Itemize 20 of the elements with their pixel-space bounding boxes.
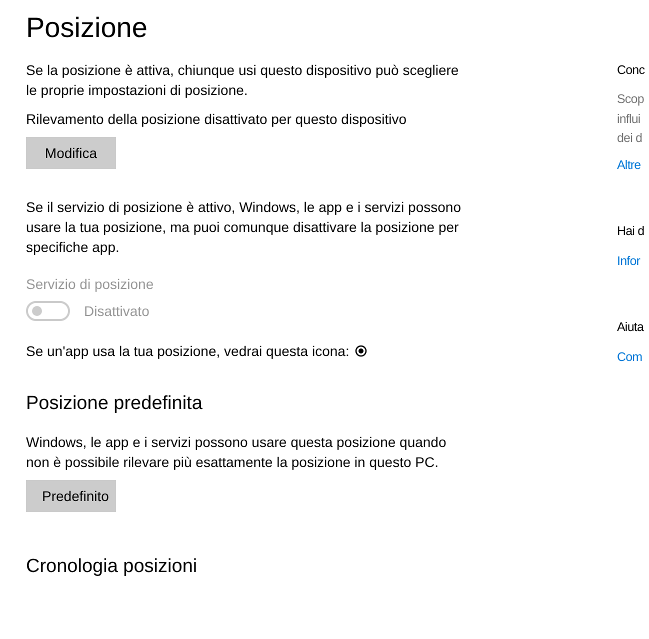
side-link[interactable]: Altre xyxy=(617,154,641,174)
section-heading: Cronologia posizioni xyxy=(26,555,198,579)
description-text: Se un'app usa la tua posizione, vedrai questa icona: xyxy=(26,342,350,361)
side-heading: Conc xyxy=(617,62,645,79)
side-heading: Aiuta xyxy=(617,318,644,336)
location-icon xyxy=(355,345,368,357)
side-text: Scop influi dei d xyxy=(617,91,644,147)
description-text: Rilevamento della posizione disattivato per questo dispositivo xyxy=(26,110,408,129)
side-link[interactable]: Infor xyxy=(617,250,640,270)
description-text: Se il servizio di posizione è attivo, Windows, le app e i servizi possono usare la tua posizione, ma puoi comunque disattivare la posizione per specifiche app. xyxy=(26,198,462,257)
default-button[interactable]: Predefinito xyxy=(26,480,116,512)
toggle-label: Servizio di posizione xyxy=(26,275,154,294)
page-title: Posizione xyxy=(26,11,148,45)
section-heading: Posizione predefinita xyxy=(26,392,202,416)
description-text: Windows, le app e i servizi possono usare questa posizione quando non è possibile rilevare più esattamente la posizione in questo PC. xyxy=(26,433,448,472)
side-heading: Hai d xyxy=(617,222,644,240)
toggle-state: Disattivato xyxy=(84,302,150,321)
change-button[interactable]: Modifica xyxy=(26,137,116,169)
description-text: Se la posizione è attiva, chiunque usi questo dispositivo può scegliere le proprie impostazioni di posizione. xyxy=(26,61,460,100)
side-link[interactable]: Com xyxy=(617,346,642,366)
